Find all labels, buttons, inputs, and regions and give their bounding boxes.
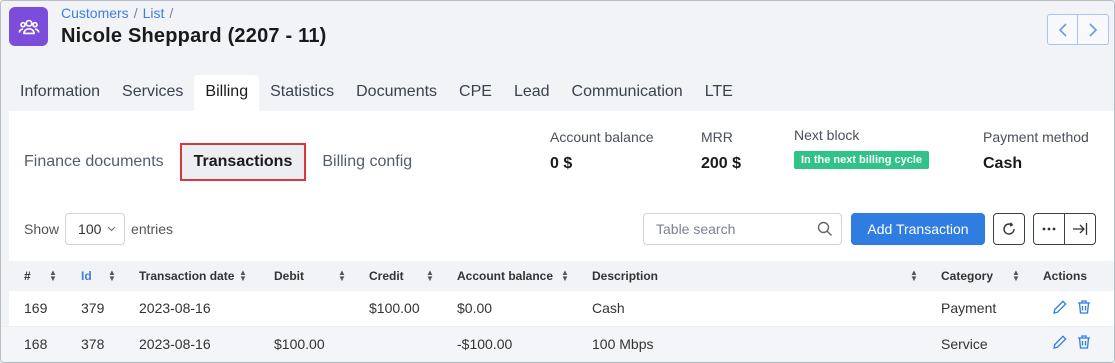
page-size-value: 100 bbox=[78, 221, 102, 237]
column-header-transaction-date[interactable]: Transaction date ▲ ▼ bbox=[117, 261, 252, 291]
cell-balance: $0.00 bbox=[457, 300, 493, 317]
column-header-account-balance[interactable]: Account balance ▲ ▼ bbox=[435, 261, 570, 291]
column-header-id[interactable]: Id ▲ ▼ bbox=[58, 261, 117, 291]
table-search-input[interactable] bbox=[656, 221, 806, 237]
account-balance-label: Account balance bbox=[550, 129, 654, 145]
sort-icon: ▲ ▼ bbox=[239, 268, 247, 283]
tab-cpe[interactable]: CPE bbox=[448, 75, 503, 111]
sort-icon: ▲ ▼ bbox=[338, 268, 346, 283]
page-size-select[interactable]: 100 bbox=[65, 213, 126, 245]
tab-communication[interactable]: Communication bbox=[561, 75, 694, 111]
add-transaction-button[interactable]: Add Transaction bbox=[851, 213, 985, 245]
delete-icon[interactable] bbox=[1076, 334, 1092, 353]
main-tabs: Information Services Billing Statistics … bbox=[9, 75, 744, 111]
ellipsis-icon bbox=[1042, 227, 1056, 231]
cell-actions bbox=[1021, 291, 1114, 326]
breadcrumb-list-link[interactable]: List bbox=[143, 5, 165, 21]
subtab-billing-config[interactable]: Billing config bbox=[308, 143, 426, 181]
cell-credit bbox=[347, 326, 435, 361]
account-balance-summary: Account balance 0 $ bbox=[550, 129, 654, 173]
tab-billing[interactable]: Billing bbox=[194, 75, 260, 111]
table-header-row: # ▲ ▼ Id ▲ ▼ Transaction date ▲ ▼ Debit ▲ ▼ bbox=[1, 261, 1114, 291]
page-title: Nicole Sheppard (2207 - 11) bbox=[61, 25, 327, 47]
cell-debit bbox=[252, 291, 347, 326]
account-balance-value: 0 $ bbox=[550, 155, 573, 172]
cell-num: 169 bbox=[24, 300, 48, 317]
edit-icon[interactable] bbox=[1052, 299, 1068, 318]
tab-lte[interactable]: LTE bbox=[694, 75, 744, 111]
chevron-down-icon bbox=[107, 223, 116, 235]
cell-description: 100 Mbps bbox=[592, 335, 654, 352]
sort-icon: ▲ ▼ bbox=[1012, 268, 1020, 283]
mrr-summary: MRR 200 $ bbox=[701, 129, 741, 173]
cell-num: 168 bbox=[24, 335, 48, 352]
delete-icon[interactable] bbox=[1076, 299, 1092, 318]
billing-panel: Finance documents Transactions Billing c… bbox=[1, 111, 1114, 362]
previous-record-button[interactable] bbox=[1047, 14, 1078, 45]
cell-id: 379 bbox=[81, 300, 105, 317]
customers-app-icon[interactable] bbox=[9, 7, 48, 46]
cell-category: Payment bbox=[941, 300, 997, 317]
column-header-category[interactable]: Category ▲ ▼ bbox=[919, 261, 1021, 291]
tab-statistics[interactable]: Statistics bbox=[259, 75, 345, 111]
entries-label: entries bbox=[131, 221, 174, 237]
cell-description: Cash bbox=[592, 300, 625, 317]
sort-icon: ▲ ▼ bbox=[426, 268, 434, 283]
record-navigation bbox=[1047, 14, 1109, 45]
mrr-label: MRR bbox=[701, 129, 733, 145]
payment-method-value: Cash bbox=[983, 155, 1023, 172]
chevron-left-icon bbox=[1058, 22, 1067, 37]
next-record-button[interactable] bbox=[1078, 14, 1109, 45]
table-search bbox=[643, 213, 842, 245]
expand-columns-button[interactable] bbox=[1065, 214, 1095, 244]
column-header-credit[interactable]: Credit ▲ ▼ bbox=[347, 261, 435, 291]
page-header: Customers / List / Nicole Sheppard (2207 - … bbox=[1, 1, 1114, 71]
sort-icon: ▲ ▼ bbox=[108, 268, 116, 283]
breadcrumb: Customers / List / bbox=[61, 5, 174, 21]
cell-category: Service bbox=[941, 335, 988, 352]
column-header-actions: Actions bbox=[1043, 269, 1088, 283]
more-options-button[interactable] bbox=[1034, 214, 1065, 244]
table-row[interactable]: 169 379 2023-08-16 $100.00 $0.00 Cash Pa… bbox=[1, 291, 1114, 326]
arrow-right-to-line-icon bbox=[1072, 223, 1087, 235]
cell-date: 2023-08-16 bbox=[139, 335, 211, 352]
cell-id: 378 bbox=[81, 335, 105, 352]
search-icon[interactable] bbox=[817, 221, 833, 242]
table-options-group bbox=[1033, 213, 1096, 245]
cell-date: 2023-08-16 bbox=[139, 300, 211, 317]
chevron-right-icon bbox=[1089, 22, 1098, 37]
subtab-transactions[interactable]: Transactions bbox=[179, 143, 307, 181]
sort-icon: ▲ ▼ bbox=[49, 268, 57, 283]
cell-credit: $100.00 bbox=[369, 300, 420, 317]
tab-documents[interactable]: Documents bbox=[345, 75, 448, 111]
column-header-debit[interactable]: Debit ▲ ▼ bbox=[252, 261, 347, 291]
sort-icon: ▲ ▼ bbox=[561, 268, 569, 283]
cell-actions bbox=[1021, 326, 1114, 361]
mrr-value: 200 $ bbox=[701, 155, 742, 172]
tab-lead[interactable]: Lead bbox=[503, 75, 561, 111]
refresh-button[interactable] bbox=[993, 213, 1025, 245]
payment-method-label: Payment method bbox=[983, 129, 1089, 145]
next-block-summary: Next block In the next billing cycle bbox=[794, 127, 930, 169]
billing-subtabs: Finance documents Transactions Billing c… bbox=[9, 143, 426, 181]
next-block-label: Next block bbox=[794, 127, 860, 143]
tab-information[interactable]: Information bbox=[9, 75, 111, 111]
show-label: Show bbox=[24, 221, 60, 237]
cell-debit: $100.00 bbox=[274, 335, 325, 352]
breadcrumb-customers-link[interactable]: Customers bbox=[61, 5, 129, 21]
column-header-description[interactable]: Description ▲ ▼ bbox=[570, 261, 919, 291]
tab-services[interactable]: Services bbox=[111, 75, 194, 111]
column-header-num[interactable]: # ▲ ▼ bbox=[1, 261, 58, 291]
next-block-badge: In the next billing cycle bbox=[794, 151, 930, 169]
refresh-icon bbox=[1003, 222, 1015, 235]
cell-balance: -$100.00 bbox=[457, 335, 513, 352]
payment-method-summary: Payment method Cash bbox=[983, 129, 1089, 173]
edit-icon[interactable] bbox=[1052, 334, 1068, 353]
sort-icon: ▲ ▼ bbox=[910, 268, 918, 283]
transactions-table: # ▲ ▼ Id ▲ ▼ Transaction date ▲ ▼ Debit ▲ ▼ bbox=[1, 261, 1114, 362]
subtab-finance-documents[interactable]: Finance documents bbox=[9, 143, 178, 181]
table-row[interactable]: 168 378 2023-08-16 $100.00 -$100.00 100 … bbox=[1, 326, 1114, 361]
window: Customers / List / Nicole Sheppard (2207 - … bbox=[0, 0, 1115, 363]
page-size-control: Show 100 entries bbox=[24, 213, 173, 245]
